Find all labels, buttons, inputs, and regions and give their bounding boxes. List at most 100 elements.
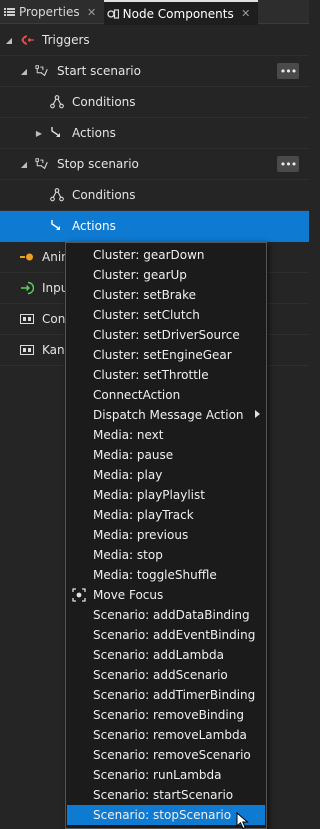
- expand-right-icon[interactable]: ▶: [34, 129, 44, 138]
- menu-item[interactable]: Media: toggleShuffle: [66, 565, 266, 585]
- animation-icon: [20, 250, 34, 264]
- menu-item-label: Scenario: removeBinding: [93, 708, 244, 722]
- menu-item[interactable]: Move Focus: [66, 585, 266, 605]
- menu-item-label: Scenario: addTimerBinding: [93, 688, 256, 702]
- menu-item-label: Cluster: setEngineGear: [93, 348, 232, 362]
- menu-item[interactable]: Cluster: setDriverSource: [66, 325, 266, 345]
- menu-item-label: Cluster: setBrake: [93, 288, 197, 302]
- tree-item-label: Start scenario: [57, 64, 141, 78]
- conditions-icon: [50, 95, 64, 109]
- tree-item-label: Conditions: [72, 95, 136, 109]
- scenario-icon: [35, 64, 49, 78]
- tab-node-components[interactable]: Node Components ✕: [103, 0, 258, 25]
- menu-item-label: Dispatch Message Action: [93, 408, 244, 422]
- conditions-icon: [50, 188, 64, 202]
- menu-item-label: Media: play: [93, 468, 163, 482]
- menu-item[interactable]: Cluster: setBrake: [66, 285, 266, 305]
- actions-icon: [50, 126, 64, 140]
- menu-item-label: Scenario: addDataBinding: [93, 608, 250, 622]
- tree-item-start-actions[interactable]: ▶ Actions: [0, 118, 309, 149]
- expand-down-icon[interactable]: ◢: [19, 67, 29, 76]
- menu-item[interactable]: Cluster: gearDown: [66, 245, 266, 265]
- menu-item-label: Cluster: setClutch: [93, 308, 200, 322]
- menu-item[interactable]: Cluster: setThrottle: [66, 365, 266, 385]
- tab-bar: Properties ✕ Node Components ✕: [0, 0, 309, 25]
- menu-item-label: Cluster: setDriverSource: [93, 328, 240, 342]
- close-icon[interactable]: ✕: [240, 7, 252, 20]
- menu-item[interactable]: Media: play: [66, 465, 266, 485]
- tree-item-start-scenario[interactable]: ◢ Start scenario •••: [0, 56, 309, 87]
- menu-item-label: Media: playTrack: [93, 508, 194, 522]
- menu-item[interactable]: Scenario: removeLambda: [66, 725, 266, 745]
- menu-item-label: Cluster: setThrottle: [93, 368, 209, 382]
- menu-item-label: Scenario: startScenario: [93, 788, 234, 802]
- menu-item[interactable]: Scenario: startScenario: [66, 785, 266, 805]
- menu-item[interactable]: Media: playPlaylist: [66, 485, 266, 505]
- menu-item[interactable]: Scenario: addScenario: [66, 665, 266, 685]
- input-icon: [20, 281, 34, 295]
- expand-down-icon[interactable]: ◢: [19, 160, 29, 169]
- connection-icon: [20, 312, 34, 326]
- tree-item-label: Stop scenario: [57, 157, 139, 171]
- menu-item[interactable]: Media: next: [66, 425, 266, 445]
- menu-item[interactable]: Scenario: removeBinding: [66, 705, 266, 725]
- menu-item-label: Scenario: runLambda: [93, 768, 222, 782]
- menu-item-label: Media: playPlaylist: [93, 488, 205, 502]
- tree-item-label: Actions: [72, 219, 116, 233]
- actions-icon: [50, 219, 64, 233]
- menu-item[interactable]: Media: pause: [66, 445, 266, 465]
- menu-item-label: Scenario: addScenario: [93, 668, 228, 682]
- menu-item[interactable]: Cluster: gearUp: [66, 265, 266, 285]
- menu-item[interactable]: ConnectAction: [66, 385, 266, 405]
- add-action-menu: Cluster: gearDown Cluster: gearUp Cluster:…: [65, 242, 267, 829]
- menu-item-label: Media: toggleShuffle: [93, 568, 217, 582]
- list-icon: [3, 6, 15, 18]
- menu-item[interactable]: Scenario: runLambda: [66, 765, 266, 785]
- menu-item-label: Cluster: gearUp: [93, 268, 187, 282]
- menu-item-label: Move Focus: [93, 588, 164, 602]
- menu-item[interactable]: Cluster: setClutch: [66, 305, 266, 325]
- close-icon[interactable]: ✕: [86, 6, 98, 19]
- menu-item-label: Media: stop: [93, 548, 163, 562]
- tab-label: Properties: [19, 5, 80, 19]
- menu-item-label: Media: previous: [93, 528, 189, 542]
- menu-item-label: Cluster: gearDown: [93, 248, 205, 262]
- menu-item[interactable]: Media: playTrack: [66, 505, 266, 525]
- move-focus-icon: [72, 588, 86, 602]
- tree-item-label: Conditions: [72, 188, 136, 202]
- component-icon: [20, 343, 34, 357]
- tab-label: Node Components: [122, 6, 234, 21]
- tree-item-stop-scenario[interactable]: ◢ Stop scenario •••: [0, 149, 309, 180]
- menu-item-label: Media: pause: [93, 448, 174, 462]
- menu-item[interactable]: Scenario: addEventBinding: [66, 625, 266, 645]
- menu-item-label: Scenario: addLambda: [93, 648, 224, 662]
- menu-item[interactable]: Scenario: removeScenario: [66, 745, 266, 765]
- expand-down-icon[interactable]: ◢: [4, 36, 14, 45]
- menu-item[interactable]: Scenario: addTimerBinding: [66, 685, 266, 705]
- menu-item[interactable]: Media: previous: [66, 525, 266, 545]
- more-options-button[interactable]: •••: [277, 63, 299, 79]
- tab-properties[interactable]: Properties ✕: [0, 0, 104, 24]
- more-options-button[interactable]: •••: [277, 156, 299, 172]
- menu-item[interactable]: Scenario: addDataBinding: [66, 605, 266, 625]
- tree-item-stop-actions[interactable]: · Actions: [0, 211, 309, 242]
- trigger-icon: [20, 33, 34, 47]
- tree-item-label: Triggers: [42, 33, 90, 47]
- menu-item-label: ConnectAction: [93, 388, 181, 402]
- tree-item-stop-conditions[interactable]: · Conditions: [0, 180, 309, 211]
- menu-item[interactable]: Media: stop: [66, 545, 266, 565]
- scenario-icon: [35, 157, 49, 171]
- tree-item-triggers[interactable]: ◢ Triggers: [0, 25, 309, 56]
- menu-item[interactable]: Cluster: setEngineGear: [66, 345, 266, 365]
- node-components-icon: [107, 8, 119, 20]
- menu-item[interactable]: Dispatch Message Action: [66, 405, 266, 425]
- menu-item-label: Scenario: stopScenario: [93, 808, 232, 822]
- tree-item-start-conditions[interactable]: · Conditions: [0, 87, 309, 118]
- menu-item-label: Media: next: [93, 428, 164, 442]
- submenu-arrow-icon: [255, 410, 260, 418]
- menu-item-label: Scenario: addEventBinding: [93, 628, 256, 642]
- menu-item-label: Scenario: removeLambda: [93, 728, 247, 742]
- menu-item[interactable]: Scenario: addLambda: [66, 645, 266, 665]
- mouse-cursor-icon: [236, 812, 249, 829]
- menu-item-label: Scenario: removeScenario: [93, 748, 251, 762]
